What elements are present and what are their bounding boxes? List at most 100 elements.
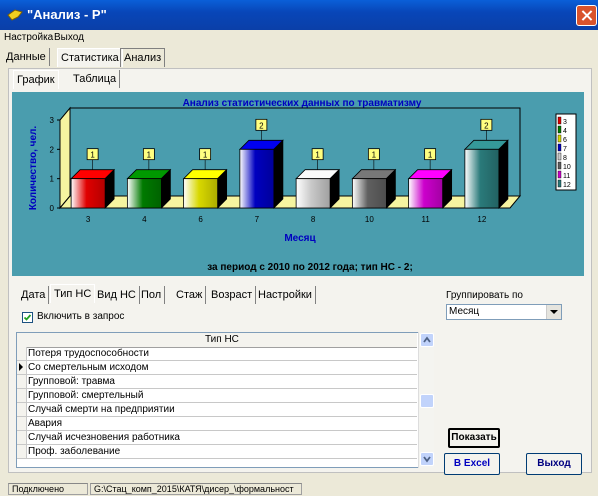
bar [126,178,162,209]
status-bar: Подключено G:\Стац_комп_2015\КАТЯ\дисер_… [0,482,598,496]
grid-cell: Потеря трудоспособности [28,348,149,359]
x-tick-label: 3 [86,215,91,224]
row-indicator [17,375,27,388]
tab-chart[interactable]: График [13,70,59,89]
table-row[interactable]: Групповой: смертельный [17,389,417,403]
legend-swatch [557,125,562,134]
grid-scrollbar[interactable] [418,332,434,468]
chevron-up-icon [423,336,431,343]
table-row[interactable]: Случай смерти на предприятии [17,403,417,417]
legend-label: 11 [563,173,570,180]
data-label: 2 [484,121,489,130]
legend-label: 10 [563,164,571,171]
data-label: 2 [259,121,264,130]
row-indicator [17,431,27,444]
close-button[interactable] [576,5,597,26]
table-row[interactable]: Со смертельным исходом [17,361,417,375]
tab-experience[interactable]: Стаж [173,286,207,304]
y-tick-label: 1 [50,175,55,184]
data-label: 1 [372,151,377,160]
table-row[interactable]: Проф. заболевание [17,445,417,459]
legend-label: 6 [563,137,567,144]
tab-settings[interactable]: Настройки [255,286,316,304]
file-path: G:\Стац_комп_2015\КАТЯ\дисер_\формальнос… [90,483,302,495]
chart-title: Анализ статистических данных по травмати… [183,98,422,109]
tab-date[interactable]: Дата [18,286,50,304]
bar-side [498,139,509,209]
legend-swatch [557,116,562,125]
grid-header-type[interactable]: Тип НС [205,334,239,345]
y-axis-label: Количество, чел. [28,126,39,211]
tab-data[interactable]: Данные [3,48,50,66]
menu-exit[interactable]: Выход [54,32,84,43]
y-tick-label: 0 [50,204,55,213]
bar [70,178,106,209]
exit-button[interactable]: Выход [526,453,582,475]
bar [351,178,387,209]
legend-swatch [557,152,562,161]
x-tick-label: 8 [311,215,316,224]
tab-incident-type[interactable]: Тип НС [50,284,96,303]
tab-analysis[interactable]: Анализ [120,48,166,67]
table-row[interactable]: Случай исчезновения работника [17,431,417,445]
scroll-thumb[interactable] [420,394,434,408]
bar-side [273,139,284,209]
legend-swatch [557,170,562,179]
grid-header: Тип НС [17,333,417,348]
legend-label: 4 [563,128,567,135]
x-tick-label: 4 [142,215,147,224]
bar [183,178,219,209]
checkbox-checked-icon[interactable] [22,312,33,323]
x-axis-label: Месяц [284,233,316,244]
data-label: 1 [428,151,433,160]
data-label: 1 [90,151,95,160]
main-tabs: Данные Статистика Анализ [0,48,598,68]
y-tick-label: 2 [50,145,55,154]
bar [239,148,275,209]
excel-button[interactable]: В Excel [444,453,500,475]
table-row[interactable]: Групповой: травма [17,375,417,389]
show-button[interactable]: Показать [448,428,500,448]
group-by-value: Месяц [449,306,480,317]
tab-statistics[interactable]: Статистика [57,48,123,67]
data-label: 1 [203,151,208,160]
menu-settings[interactable]: Настройка [4,32,53,43]
row-indicator [17,347,27,360]
legend-label: 12 [563,182,571,189]
incident-type-grid[interactable]: Тип НС Потеря трудоспособности Со смертел… [16,332,434,468]
window-title: "Анализ - Р" [27,7,107,22]
bar-chart: Анализ статистических данных по травмати… [28,98,577,273]
group-by-select[interactable]: Месяц [446,304,562,320]
legend-swatch [557,134,562,143]
tab-table[interactable]: Таблица [70,70,121,88]
include-checkbox-label: Включить в запрос [37,311,125,322]
row-pointer-icon [19,363,23,371]
bar [464,148,500,209]
app-icon [7,9,23,21]
tab-incident-kind[interactable]: Вид НС [94,286,140,304]
tab-gender[interactable]: Пол [138,286,166,304]
connection-status: Подключено [8,483,88,495]
dropdown-arrow-icon[interactable] [546,305,561,319]
scroll-down-button[interactable] [420,452,434,466]
menu-bar: Настройка Выход [0,30,598,46]
row-indicator [17,389,27,402]
table-row[interactable]: Авария [17,417,417,431]
grid-cell: Групповой: травма [28,376,115,387]
y-tick-label: 3 [50,116,55,125]
bar [408,178,444,209]
x-tick-label: 7 [255,215,260,224]
scroll-up-button[interactable] [420,333,434,347]
x-tick-label: 12 [477,215,486,224]
grid-cell: Проф. заболевание [28,446,121,457]
legend-swatch [557,161,562,170]
grid-cell: Случай смерти на предприятии [28,404,175,415]
tab-age[interactable]: Возраст [208,286,257,304]
grid-cell: Случай исчезновения работника [28,432,180,443]
chevron-down-icon [423,456,431,463]
row-indicator [17,445,27,458]
legend-label: 8 [563,155,567,162]
table-row[interactable]: Потеря трудоспособности [17,347,417,361]
row-indicator [17,403,27,416]
row-indicator [17,417,27,430]
